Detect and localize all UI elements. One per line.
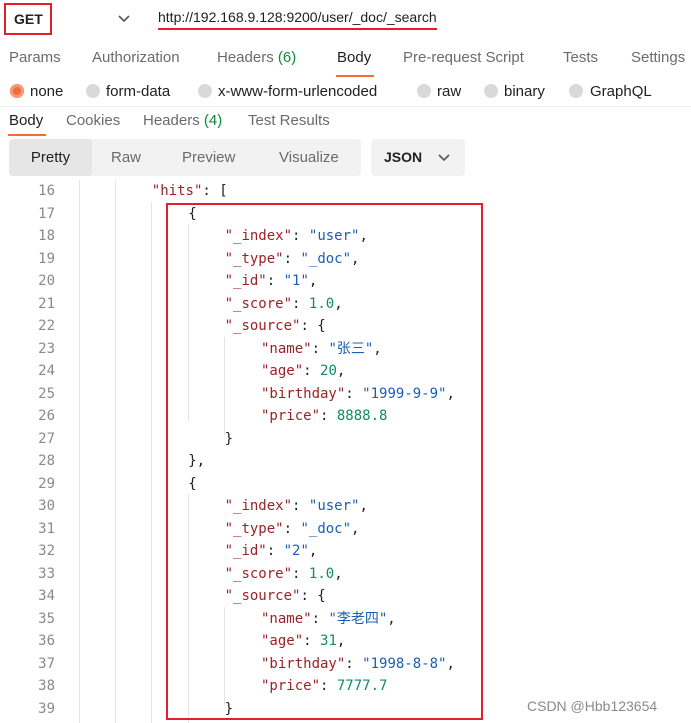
response-tab-headers[interactable]: Headers (4) bbox=[143, 112, 222, 129]
radio-x-www-form-urlencoded[interactable] bbox=[198, 84, 212, 98]
annotation-highlight-box bbox=[166, 203, 483, 720]
view-pretty-button[interactable]: Pretty bbox=[9, 139, 92, 176]
line-number: 37 bbox=[38, 655, 55, 672]
view-raw-button[interactable]: Raw bbox=[111, 139, 141, 176]
line-number: 30 bbox=[38, 498, 55, 514]
response-tab-body[interactable]: Body bbox=[9, 112, 43, 129]
line-number: 39 bbox=[38, 700, 55, 717]
tab-label: Params bbox=[9, 49, 61, 66]
tab-count: (4) bbox=[203, 112, 223, 129]
radio-label-none: none bbox=[30, 83, 64, 100]
line-number: 29 bbox=[38, 475, 55, 492]
radio-label-form-data: form-data bbox=[106, 83, 171, 100]
line-number: 21 bbox=[38, 295, 55, 312]
radio-label-urlencoded: x-www-form-urlencoded bbox=[218, 83, 378, 100]
line-number: 25 bbox=[38, 385, 55, 402]
body-type-radios: none form-data x-www-form-urlencoded raw… bbox=[0, 80, 691, 106]
radio-none[interactable] bbox=[10, 84, 24, 98]
line-number: 19 bbox=[38, 250, 55, 267]
request-url-bar: GET http://192.168.9.128:9200/user/_doc/… bbox=[0, 0, 691, 42]
divider bbox=[0, 106, 691, 107]
line-number: 35 bbox=[38, 610, 55, 627]
tab-body[interactable]: Body bbox=[337, 49, 371, 66]
line-number: 18 bbox=[38, 228, 55, 244]
response-tab-cookies[interactable]: Cookies bbox=[66, 112, 120, 129]
http-method-label: GET bbox=[14, 11, 43, 27]
line-number: 22 bbox=[38, 318, 55, 334]
view-preview-button[interactable]: Preview bbox=[182, 139, 235, 176]
line-number: 31 bbox=[38, 520, 55, 537]
radio-form-data[interactable] bbox=[86, 84, 100, 98]
radio-label-raw: raw bbox=[437, 83, 462, 100]
code-line: 16 "hits": [ bbox=[0, 180, 691, 202]
tab-label: Cookies bbox=[66, 112, 121, 129]
line-number: 32 bbox=[38, 543, 55, 559]
radio-label-graphql: GraphQL bbox=[590, 83, 652, 100]
radio-label-binary: binary bbox=[504, 83, 545, 100]
tab-label: Body bbox=[337, 49, 372, 66]
code-token: "hits" bbox=[151, 183, 203, 199]
tab-label: Test Results bbox=[248, 112, 330, 129]
line-number: 16 bbox=[38, 183, 55, 199]
radio-binary[interactable] bbox=[484, 84, 498, 98]
format-label: JSON bbox=[384, 149, 423, 165]
view-mode-bar: Pretty Raw Preview Visualize bbox=[9, 139, 361, 176]
active-tab-indicator bbox=[336, 75, 374, 77]
tab-tests[interactable]: Tests bbox=[563, 49, 598, 66]
line-number: 23 bbox=[38, 340, 55, 357]
line-number: 17 bbox=[38, 205, 55, 222]
tab-label: Headers bbox=[143, 112, 200, 129]
tab-label: Pre-request Script bbox=[403, 49, 524, 66]
code-text: "hits": [ bbox=[152, 180, 228, 202]
code-token: : [ bbox=[202, 183, 228, 199]
line-number: 28 bbox=[38, 453, 55, 469]
tab-label: Headers bbox=[217, 49, 274, 66]
format-select[interactable]: JSON bbox=[371, 139, 465, 176]
tab-headers[interactable]: Headers (6) bbox=[217, 49, 296, 66]
line-number: 27 bbox=[38, 430, 55, 447]
request-url-input[interactable]: http://192.168.9.128:9200/user/_doc/_sea… bbox=[158, 9, 437, 30]
active-tab-indicator bbox=[8, 134, 46, 136]
http-method-select[interactable]: GET bbox=[4, 3, 52, 35]
line-number: 20 bbox=[38, 273, 55, 289]
line-number: 36 bbox=[38, 633, 55, 649]
tab-label: Body bbox=[9, 112, 44, 129]
tab-settings[interactable]: Settings bbox=[631, 49, 685, 66]
tab-label: Tests bbox=[563, 49, 599, 66]
response-tab-test-results[interactable]: Test Results bbox=[248, 112, 330, 129]
line-number: 34 bbox=[38, 588, 55, 604]
chevron-down-icon bbox=[438, 154, 450, 162]
request-tabs: Params Authorization Headers (6) Body Pr… bbox=[0, 44, 691, 78]
tab-params[interactable]: Params bbox=[9, 49, 61, 66]
line-number: 24 bbox=[38, 363, 55, 379]
line-number: 26 bbox=[38, 408, 55, 424]
tab-authorization[interactable]: Authorization bbox=[92, 49, 180, 66]
line-number: 33 bbox=[38, 565, 55, 582]
tab-pre-request-script[interactable]: Pre-request Script bbox=[403, 49, 524, 66]
tab-label: Settings bbox=[631, 49, 686, 66]
radio-raw[interactable] bbox=[417, 84, 431, 98]
tab-label: Authorization bbox=[92, 49, 180, 66]
watermark: CSDN @Hbb123654 bbox=[527, 698, 658, 714]
line-number: 38 bbox=[38, 678, 55, 694]
chevron-down-icon[interactable] bbox=[116, 10, 132, 26]
response-tabs: Body Cookies Headers (4) Test Results bbox=[0, 110, 691, 138]
view-visualize-button[interactable]: Visualize bbox=[279, 139, 339, 176]
tab-count: (6) bbox=[277, 49, 297, 66]
radio-graphql[interactable] bbox=[569, 84, 583, 98]
